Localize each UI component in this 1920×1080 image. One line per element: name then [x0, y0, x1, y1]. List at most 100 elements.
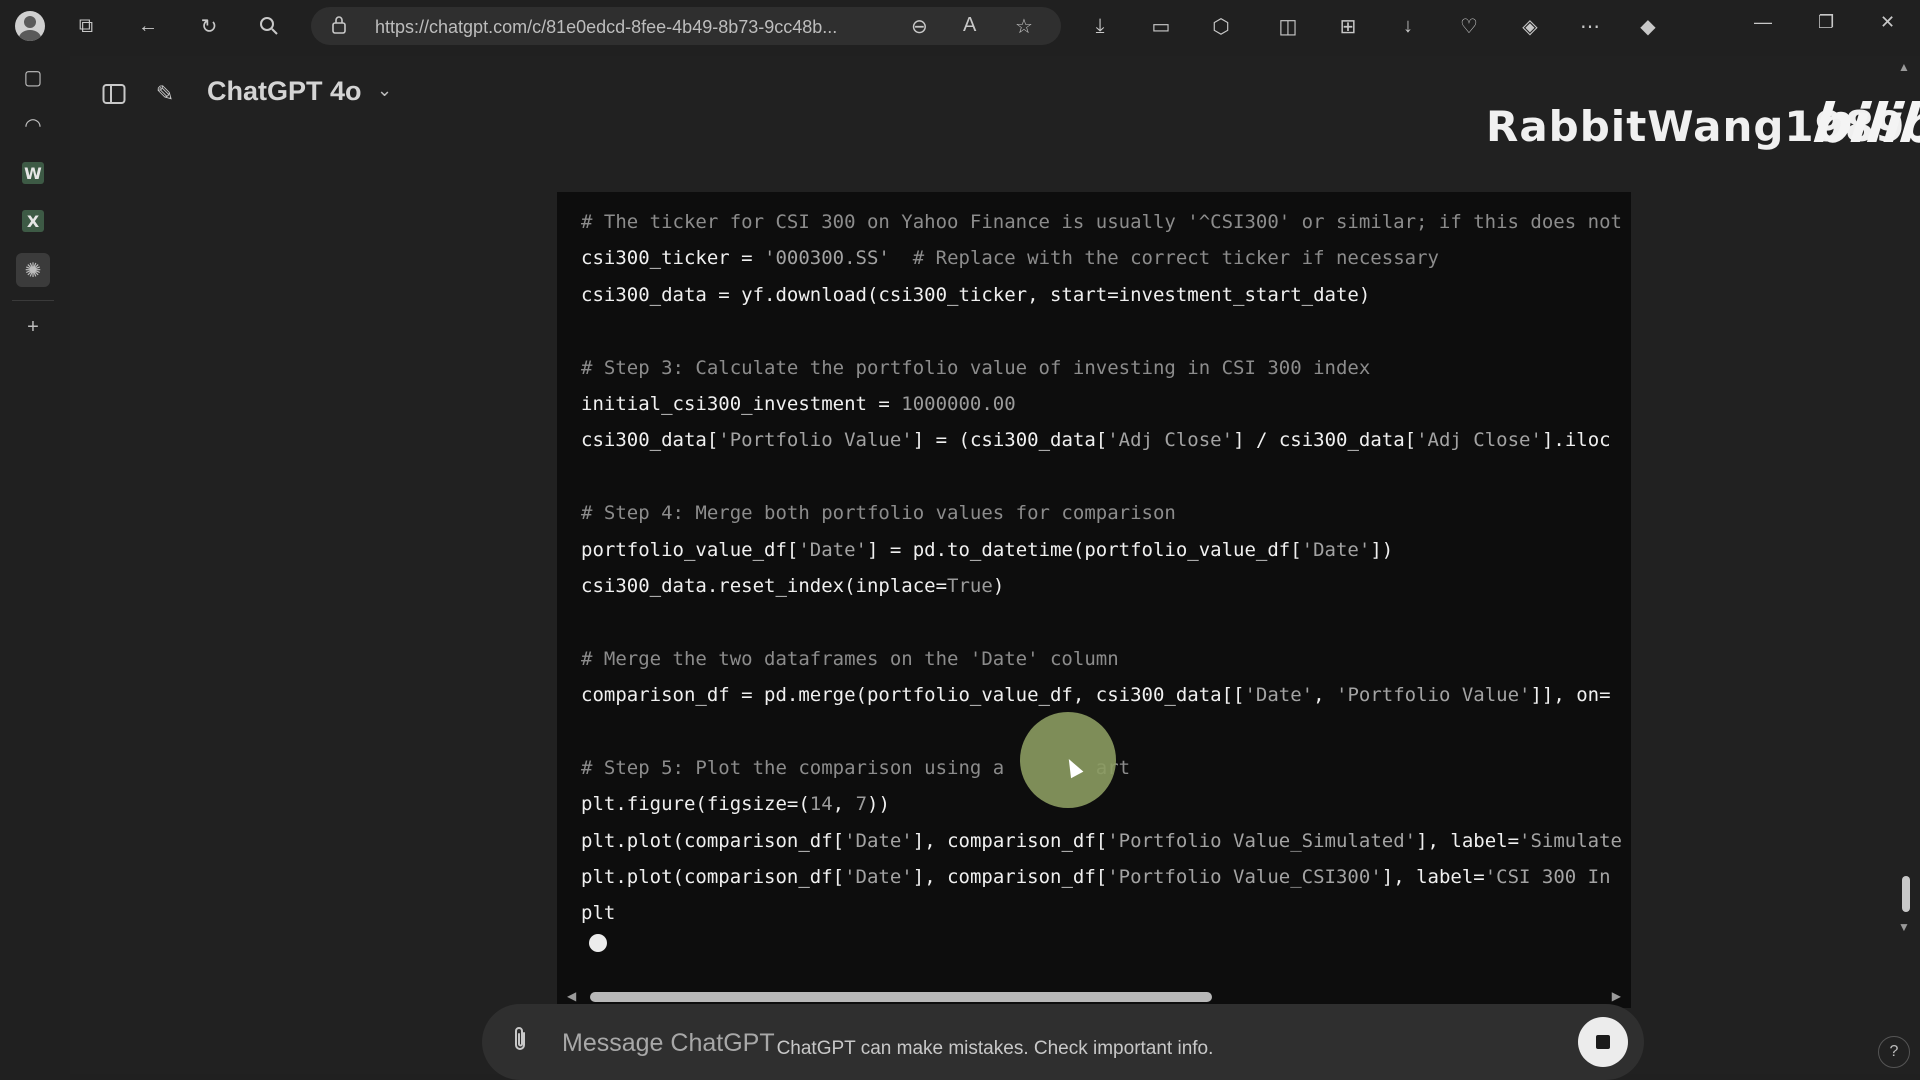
browser-sidebar: ▢ ◠ W X ✺ +	[0, 52, 66, 1080]
code-block: # The ticker for CSI 300 on Yahoo Financ…	[557, 192, 1631, 990]
workspaces-icon[interactable]: ⧉	[70, 10, 102, 42]
code-line: # The ticker for CSI 300 on Yahoo Financ…	[581, 204, 1631, 240]
code-token: ], comparison_df[	[912, 866, 1108, 889]
code-lines: # The ticker for CSI 300 on Yahoo Financ…	[581, 204, 1631, 932]
address-bar[interactable]: https://chatgpt.com/c/81e0edcd-8fee-4b49…	[311, 7, 1061, 45]
code-token: # Merge the two dataframes on the 'Date'…	[581, 647, 1119, 670]
disclaimer-text: ChatGPT can make mistakes. Check importa…	[776, 1038, 1214, 1059]
code-token: comparison_df = pd.merge(portfolio_value…	[581, 684, 1245, 707]
code-token: csi300_data = yf.download(csi300_ticker,…	[581, 283, 1371, 306]
model-selector[interactable]: ChatGPT 4o	[207, 76, 362, 107]
tabs-icon[interactable]: ▢	[16, 60, 50, 94]
read-aloud-icon[interactable]: A	[963, 14, 976, 37]
code-line: comparison_df = pd.merge(portfolio_value…	[581, 677, 1631, 713]
search-icon[interactable]	[253, 10, 285, 42]
code-token: 'CSI 300 In	[1484, 866, 1611, 889]
word-icon[interactable]: W	[16, 156, 50, 190]
profile-icon[interactable]	[14, 10, 46, 42]
chatgpt-app: ✎ ChatGPT 4o ⌄ RabbitWang1989 bilibili #…	[70, 56, 1920, 1080]
code-token: # Replace with the correct ticker if nec…	[889, 247, 1439, 270]
code-line: plt.plot(comparison_df['Date'], comparis…	[581, 859, 1631, 895]
page-scroll-down-icon[interactable]: ▼	[1898, 920, 1910, 934]
zoom-out-icon[interactable]: ⊖	[911, 14, 928, 39]
code-line: initial_csi300_investment = 1000000.00	[581, 386, 1631, 422]
add-icon[interactable]: +	[16, 310, 50, 344]
code-line: csi300_ticker = '000300.SS' # Replace wi…	[581, 240, 1631, 276]
code-token: 'Simulate	[1519, 829, 1622, 852]
code-token: 'Adj Close'	[1107, 429, 1234, 452]
code-token: # Step 4: Merge both portfolio values fo…	[581, 502, 1176, 525]
restore-icon[interactable]: ❐	[1818, 12, 1834, 33]
code-token: 'Adj Close'	[1416, 429, 1542, 452]
performance-icon[interactable]: ♡	[1453, 10, 1485, 42]
page-scroll-up-icon[interactable]: ▲	[1898, 60, 1910, 74]
back-icon[interactable]: ←	[132, 10, 164, 42]
chevron-down-icon[interactable]: ⌄	[377, 80, 392, 101]
close-icon[interactable]: ✕	[1880, 12, 1895, 33]
code-line: plt.plot(comparison_df['Date'], comparis…	[581, 823, 1631, 859]
collections-icon[interactable]: ⊞	[1332, 10, 1364, 42]
code-token: ], label=	[1381, 866, 1485, 889]
lock-icon[interactable]	[331, 15, 347, 40]
code-line: portfolio_value_df[ 'Date'] = pd.to_datet…	[581, 532, 1631, 568]
code-token: 14	[809, 793, 833, 816]
new-chat-icon[interactable]: ✎	[149, 78, 181, 110]
code-token: ], label=	[1416, 829, 1520, 852]
code-token: ].iloc	[1541, 429, 1611, 452]
download-icon[interactable]: ⤓	[1084, 10, 1116, 42]
code-token: 'Portfolio Value'	[1336, 684, 1531, 707]
code-token: ,	[832, 793, 856, 816]
streaming-indicator	[589, 934, 607, 952]
code-line: # Step 4: Merge both portfolio values fo…	[581, 495, 1631, 531]
more-icon[interactable]: ⋯	[1574, 10, 1606, 42]
code-token: 'Date'	[1244, 684, 1314, 707]
excel-icon[interactable]: X	[16, 204, 50, 238]
code-line: csi300_data['Portfolio Value'] = (csi300…	[581, 422, 1631, 458]
code-token: 'Portfolio Value_Simulated'	[1107, 829, 1417, 852]
code-token: ,	[1313, 684, 1336, 707]
browser-essentials-icon[interactable]: ◈	[1514, 10, 1546, 42]
toggle-sidebar-icon[interactable]	[98, 78, 130, 110]
code-line: plt.figure(figsize=(14, 7))	[581, 786, 1631, 822]
code-token: ] = pd.to_datetime(portfolio_value_df[	[866, 538, 1302, 561]
scroll-right-icon[interactable]: ▶	[1612, 989, 1621, 1003]
code-token: initial_csi300_investment =	[581, 392, 902, 415]
code-token: # Step 3: Calculate the portfolio value …	[581, 356, 1371, 379]
code-line: # Step 3: Calculate the portfolio value …	[581, 350, 1631, 386]
history-icon[interactable]: ◠	[16, 108, 50, 142]
code-token: plt.plot(comparison_df[	[581, 829, 845, 852]
code-line: csi300_data = yf.download(csi300_ticker,…	[581, 277, 1631, 313]
code-token: True	[947, 574, 993, 597]
print-icon[interactable]: ▭	[1145, 10, 1177, 42]
scroll-left-icon[interactable]: ◀	[567, 989, 576, 1003]
url-text[interactable]: https://chatgpt.com/c/81e0edcd-8fee-4b49…	[375, 17, 837, 38]
code-token: plt	[581, 902, 616, 925]
chatgpt-icon[interactable]: ✺	[16, 253, 50, 287]
browser-toolbar: ⧉ ← ↻ https://chatgpt.com/c/81e0edcd-8fe…	[0, 0, 1920, 52]
minimize-icon[interactable]: —	[1754, 12, 1772, 33]
code-token: ))	[867, 793, 890, 816]
code-token: portfolio_value_df[	[581, 538, 799, 561]
code-token: ] = (csi300_data[	[912, 429, 1108, 452]
code-line: plt	[581, 895, 1631, 931]
split-screen-icon[interactable]: ◫	[1272, 10, 1304, 42]
page-scrollbar-thumb[interactable]	[1902, 876, 1910, 912]
downloads-icon[interactable]: ↓	[1392, 10, 1424, 42]
code-token: 'Date'	[844, 866, 913, 889]
code-token: 'Date'	[1301, 538, 1371, 561]
scrollbar-thumb[interactable]	[590, 992, 1212, 1002]
code-token: ], comparison_df[	[912, 829, 1108, 852]
code-line: # Merge the two dataframes on the 'Date'…	[581, 641, 1631, 677]
code-token: csi300_data.reset_index(inplace=	[581, 574, 948, 597]
code-token: plt.figure(figsize=(	[581, 793, 810, 816]
code-token: 'Portfolio Value_CSI300'	[1107, 866, 1382, 889]
refresh-icon[interactable]: ↻	[193, 10, 225, 42]
code-token: 1000000.00	[901, 392, 1016, 415]
favorite-icon[interactable]: ☆	[1015, 14, 1033, 39]
extensions-icon[interactable]: ⬡	[1205, 10, 1237, 42]
copilot-icon[interactable]: ◆	[1632, 10, 1664, 42]
help-button[interactable]: ?	[1878, 1036, 1910, 1068]
code-token: 'Portfolio Value'	[718, 429, 913, 452]
